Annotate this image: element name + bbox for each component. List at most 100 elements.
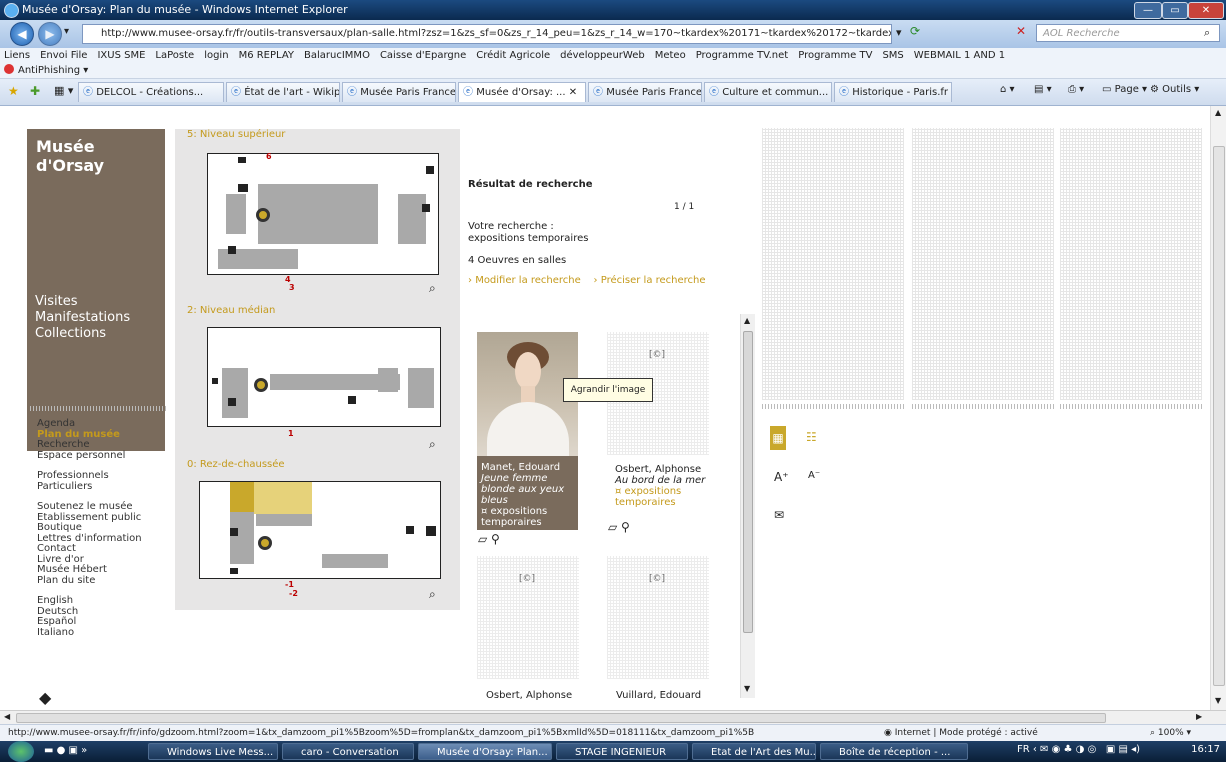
link-contact[interactable]: Contact: [37, 543, 142, 555]
increase-font-icon[interactable]: A⁺: [774, 470, 789, 484]
page-menu[interactable]: ▭ Page ▾: [1102, 84, 1147, 95]
artwork-placeholder[interactable]: [©]: [607, 556, 709, 679]
link-item[interactable]: SMS: [882, 50, 903, 61]
zoom-level-0-icon[interactable]: ⌕: [429, 587, 436, 602]
lang-espanol[interactable]: Español: [37, 616, 142, 628]
link-item[interactable]: Crédit Agricole: [476, 50, 550, 61]
link-item[interactable]: Envoi File: [40, 50, 87, 61]
link-item[interactable]: login: [204, 50, 228, 61]
artwork-card-4-artist[interactable]: Vuillard, Edouard: [616, 690, 701, 701]
artwork-card-3-artist[interactable]: Osbert, Alphonse: [486, 690, 572, 701]
link-item[interactable]: LaPoste: [155, 50, 194, 61]
forward-button[interactable]: ▶: [38, 22, 62, 46]
search-input[interactable]: AOL Recherche: [1036, 24, 1220, 42]
accessibility-eye-icon[interactable]: ◆: [39, 688, 51, 707]
add-to-selection-icon[interactable]: ▱ ⚲: [608, 520, 630, 534]
antiphishing-button[interactable]: AntiPhishing ▾: [4, 64, 88, 78]
link-item[interactable]: M6 REPLAY: [239, 50, 294, 61]
taskbar-button[interactable]: Etat de l'Art des Mu...: [692, 743, 816, 760]
browser-tab[interactable]: ⓔ Culture et commun...: [704, 82, 832, 102]
home-icon[interactable]: ⌂ ▾: [1000, 84, 1015, 95]
feeds-icon[interactable]: ▤ ▾: [1034, 84, 1052, 95]
site-logo[interactable]: Musée d'Orsay: [36, 137, 165, 175]
browser-tab[interactable]: ⓔ État de l'art - Wikipé...: [226, 82, 340, 102]
add-to-selection-icon[interactable]: ▱ ⚲: [478, 532, 500, 546]
maximize-button[interactable]: ▭: [1162, 2, 1188, 19]
zoom-level-2-icon[interactable]: ⌕: [429, 437, 436, 452]
modify-search-link[interactable]: › Modifier la recherche: [468, 275, 581, 286]
page-scroll-up-icon[interactable]: ▲: [1215, 108, 1221, 117]
grid-view-icon[interactable]: ▦: [770, 426, 786, 450]
taskbar-button[interactable]: Boîte de réception - ...: [820, 743, 968, 760]
link-soutenez[interactable]: Soutenez le musée: [37, 501, 142, 513]
link-item[interactable]: développeurWeb: [560, 50, 645, 61]
scroll-left-icon[interactable]: ◀: [4, 712, 10, 721]
taskbar-button[interactable]: Musée d'Orsay: Plan...: [418, 743, 552, 760]
link-agenda[interactable]: Agenda: [37, 418, 142, 430]
link-item[interactable]: IXUS SME: [97, 50, 145, 61]
results-scrollbar[interactable]: ▲ ▼: [740, 314, 755, 698]
send-email-icon[interactable]: ✉: [774, 508, 784, 522]
link-item[interactable]: Programme TV: [798, 50, 872, 61]
tools-menu[interactable]: ⚙ Outils ▾: [1150, 84, 1199, 95]
plan-level-2[interactable]: [207, 327, 441, 427]
browser-tab[interactable]: ⓔ Musée d'Orsay: ... ✕: [458, 82, 586, 102]
link-item[interactable]: Programme TV.net: [696, 50, 789, 61]
plan-level-0[interactable]: [199, 481, 441, 579]
add-favorite-icon[interactable]: ✚: [30, 84, 40, 98]
address-bar[interactable]: http://www.musee-orsay.fr/fr/outils-tran…: [82, 24, 892, 44]
browser-tab[interactable]: ⓔ Historique - Paris.fr: [834, 82, 952, 102]
quick-tabs-icon[interactable]: ▦ ▾: [54, 84, 73, 97]
favorites-star-icon[interactable]: ★: [8, 84, 19, 98]
artwork-placeholder[interactable]: [©]: [477, 556, 579, 679]
link-musee-hebert[interactable]: Musée Hébert: [37, 564, 142, 576]
page-scroll-thumb[interactable]: [1213, 146, 1225, 686]
start-button[interactable]: [8, 741, 34, 762]
menu-visites[interactable]: Visites: [35, 294, 130, 310]
tab-close-icon[interactable]: ✕: [566, 87, 577, 98]
zoom-control[interactable]: ⌕ 100% ▾: [1150, 725, 1191, 742]
scroll-right-icon[interactable]: ▶: [1196, 712, 1202, 721]
link-particuliers[interactable]: Particuliers: [37, 481, 142, 493]
search-icon[interactable]: ⌕: [1204, 26, 1210, 40]
scroll-down-icon[interactable]: ▼: [744, 684, 750, 693]
page-scrollbar[interactable]: ▲ ▼: [1210, 106, 1226, 710]
artwork-card-1[interactable]: Manet, Edouard Jeune femme blonde aux ye…: [477, 456, 578, 530]
language-indicator[interactable]: FR: [1017, 744, 1030, 755]
results-scroll-thumb[interactable]: [743, 331, 753, 633]
address-dropdown-icon[interactable]: ▾: [896, 26, 902, 39]
zoom-level-5-icon[interactable]: ⌕: [429, 281, 436, 296]
quick-launch-icons[interactable]: ▬ ● ▣ »: [44, 745, 87, 756]
link-boutique[interactable]: Boutique: [37, 522, 142, 534]
history-dropdown-icon[interactable]: ▾: [64, 26, 69, 37]
horizontal-scrollbar[interactable]: ◀ ▶: [0, 710, 1226, 725]
taskbar-button[interactable]: STAGE INGENIEUR: [556, 743, 688, 760]
decrease-font-icon[interactable]: A⁻: [808, 470, 820, 481]
refresh-icon[interactable]: ⟳: [910, 24, 920, 38]
print-icon[interactable]: ⎙ ▾: [1068, 84, 1084, 95]
stop-icon[interactable]: ✕: [1016, 24, 1026, 38]
link-espace-personnel[interactable]: Espace personnel: [37, 450, 142, 462]
security-zone[interactable]: ◉ Internet | Mode protégé : activé: [884, 725, 1038, 742]
menu-manifestations[interactable]: Manifestations: [35, 310, 130, 326]
artwork-card-2[interactable]: Osbert, Alphonse Au bord de la mer ¤ exp…: [615, 464, 719, 508]
link-item[interactable]: WEBMAIL 1 AND 1: [914, 50, 1005, 61]
link-item[interactable]: Liens: [4, 50, 30, 61]
taskbar-button[interactable]: Windows Live Mess...: [148, 743, 278, 760]
plan-level-5[interactable]: 6: [207, 152, 439, 275]
page-scroll-down-icon[interactable]: ▼: [1215, 696, 1221, 705]
lang-english[interactable]: English: [37, 595, 142, 607]
lang-italiano[interactable]: Italiano: [37, 627, 142, 639]
browser-tab[interactable]: ⓔ DELCOL - Créations...: [78, 82, 224, 102]
scroll-up-icon[interactable]: ▲: [744, 316, 750, 325]
browser-tab[interactable]: ⓔ Musée Paris France:...: [342, 82, 456, 102]
link-item[interactable]: BalarucIMMO: [304, 50, 370, 61]
horizontal-scroll-thumb[interactable]: [16, 713, 1106, 723]
link-recherche[interactable]: Recherche: [37, 439, 142, 451]
link-plan-du-site[interactable]: Plan du site: [37, 575, 142, 587]
link-item[interactable]: Caisse d'Epargne: [380, 50, 466, 61]
taskbar-button[interactable]: caro - Conversation: [282, 743, 414, 760]
menu-collections[interactable]: Collections: [35, 326, 130, 342]
browser-tab[interactable]: ⓔ Musée Paris France:...: [588, 82, 702, 102]
close-button[interactable]: ✕: [1188, 2, 1224, 19]
